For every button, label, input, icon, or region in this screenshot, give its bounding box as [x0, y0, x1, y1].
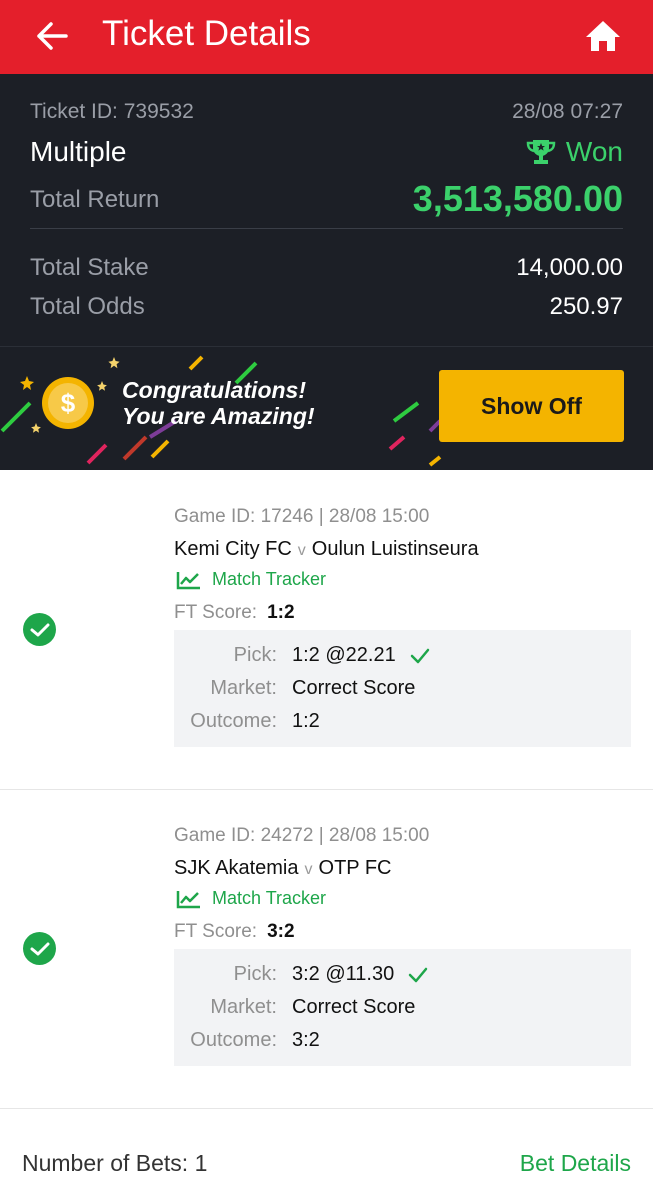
status-text: Won	[565, 136, 623, 167]
checkmark-icon	[410, 648, 429, 663]
match-tracker-label[interactable]: Match Tracker	[212, 569, 326, 590]
divider	[0, 1108, 653, 1109]
ft-score-value: 1:2	[267, 602, 295, 623]
page-title: Ticket Details	[102, 14, 311, 53]
outcome-row: Outcome: 3:2	[174, 1029, 631, 1059]
total-stake-value: 14,000.00	[516, 254, 623, 281]
total-odds-value: 250.97	[549, 293, 623, 320]
pick-value: 1:2 @22.21	[292, 644, 396, 666]
pick-value: 3:2 @11.30	[292, 963, 395, 985]
match-tracker-link[interactable]: Match Tracker	[176, 888, 326, 909]
back-button[interactable]	[30, 14, 74, 58]
home-team: SJK Akatemia	[174, 857, 299, 879]
total-return-label: Total Return	[30, 186, 160, 213]
market-value: Correct Score	[292, 677, 416, 699]
market-row: Market: Correct Score	[174, 996, 631, 1026]
arrow-left-icon	[37, 22, 68, 50]
outcome-label: Outcome:	[190, 710, 277, 732]
game-id: Game ID: 17246 | 28/08 15:00	[174, 506, 430, 527]
outcome-value: 1:2	[292, 710, 320, 732]
number-of-bets: Number of Bets: 1	[22, 1150, 208, 1176]
pick-row: Pick: 3:2 @11.30	[174, 963, 631, 993]
trophy-icon	[526, 140, 556, 164]
show-off-button[interactable]: Show Off	[439, 370, 624, 442]
away-team: OTP FC	[318, 857, 392, 879]
svg-text:$: $	[61, 388, 76, 418]
ticket-datetime: 28/08 07:27	[512, 100, 623, 123]
chart-line-icon	[176, 890, 200, 908]
away-team: Oulun Luistinseura	[311, 538, 479, 560]
congrats-banner: $ Congratulations! You are Amazing! Show…	[0, 346, 653, 470]
total-stake-label: Total Stake	[30, 254, 149, 281]
pick-details: Pick: 3:2 @11.30 Market: Correct Score O…	[174, 949, 631, 1066]
ticket-summary: Ticket ID: 739532 28/08 07:27 Multiple W…	[0, 74, 653, 346]
home-team: Kemi City FC	[174, 538, 292, 560]
ticket-type: Multiple	[30, 136, 127, 167]
match-teams: SJK Akatemia v OTP FC	[174, 857, 391, 880]
pick-label: Pick:	[233, 963, 277, 985]
match-tracker-link[interactable]: Match Tracker	[176, 569, 326, 590]
checkmark-icon	[408, 967, 428, 982]
home-icon	[586, 21, 620, 51]
match-tracker-label[interactable]: Match Tracker	[212, 888, 326, 909]
market-row: Market: Correct Score	[174, 677, 631, 707]
market-value: Correct Score	[292, 996, 416, 1018]
total-return-value: 3,513,580.00	[412, 178, 623, 219]
match-teams: Kemi City FC v Oulun Luistinseura	[174, 538, 479, 561]
congrats-line-2: You are Amazing!	[122, 403, 315, 429]
pick-details: Pick: 1:2 @22.21 Market: Correct Score O…	[174, 630, 631, 747]
outcome-label: Outcome:	[190, 1029, 277, 1051]
pick-label: Pick:	[233, 644, 277, 666]
congrats-text: Congratulations! You are Amazing!	[122, 377, 315, 429]
ft-score: FT Score: 1:2	[174, 602, 295, 624]
ft-score: FT Score: 3:2	[174, 921, 295, 943]
won-check-icon	[23, 932, 56, 965]
pick-row: Pick: 1:2 @22.21	[174, 644, 631, 674]
status-badge: Won	[526, 136, 623, 168]
market-label: Market:	[210, 996, 277, 1018]
won-check-icon	[23, 613, 56, 646]
versus-label: v	[297, 542, 306, 559]
outcome-value: 3:2	[292, 1029, 320, 1051]
ft-score-value: 3:2	[267, 921, 295, 942]
pick-value-wrap: 1:2 @22.21	[292, 644, 430, 667]
home-button[interactable]	[580, 14, 626, 58]
ft-score-label: FT Score:	[174, 921, 258, 942]
divider	[0, 789, 653, 790]
pick-value-wrap: 3:2 @11.30	[292, 963, 428, 986]
divider	[30, 228, 623, 229]
app-header: Ticket Details	[0, 0, 653, 74]
ft-score-label: FT Score:	[174, 602, 258, 623]
market-label: Market:	[210, 677, 277, 699]
ticket-id: Ticket ID: 739532	[30, 100, 194, 123]
total-odds-label: Total Odds	[30, 293, 145, 320]
bet-details-link[interactable]: Bet Details	[520, 1150, 631, 1177]
outcome-row: Outcome: 1:2	[174, 710, 631, 740]
versus-label: v	[304, 861, 313, 878]
congrats-line-1: Congratulations!	[122, 377, 306, 403]
chart-line-icon	[176, 571, 200, 589]
game-id: Game ID: 24272 | 28/08 15:00	[174, 825, 430, 846]
